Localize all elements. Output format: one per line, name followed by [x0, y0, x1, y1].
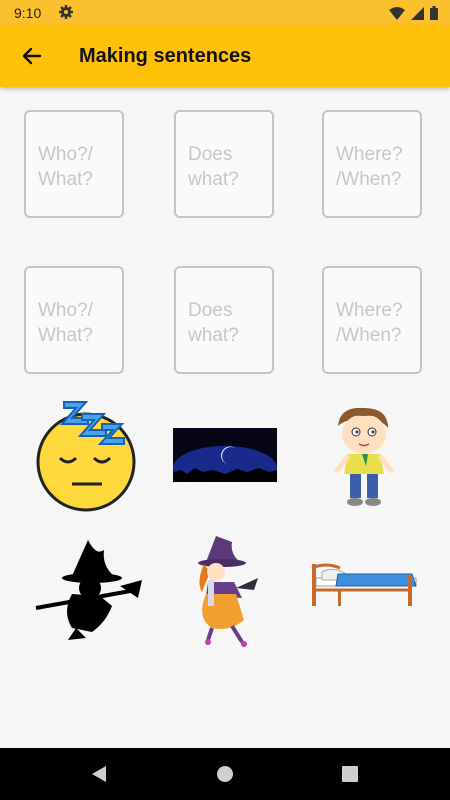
night-moon-icon[interactable]	[173, 428, 277, 482]
slot-does-what[interactable]: Does what?	[174, 110, 274, 218]
wifi-icon	[389, 6, 405, 20]
witch-silhouette-icon[interactable]	[32, 536, 142, 644]
slot-does-what[interactable]: Does what?	[174, 266, 274, 374]
battery-icon	[430, 6, 438, 20]
witch-icon[interactable]	[186, 532, 264, 648]
arrow-back-icon[interactable]	[18, 42, 46, 70]
page-title: Making sentences	[79, 45, 252, 67]
sleeping-face-icon[interactable]	[30, 396, 140, 512]
slot-who-what[interactable]: Who?/ What?	[24, 266, 124, 374]
gear-icon	[59, 5, 73, 19]
slot-where-when[interactable]: Where? /When?	[322, 110, 422, 218]
slot-who-what[interactable]: Who?/ What?	[24, 110, 124, 218]
slot-where-when[interactable]: Where? /When?	[322, 266, 422, 374]
clock: 9:10	[14, 5, 42, 21]
app-bar: Making sentences	[0, 26, 450, 87]
signal-icon	[411, 6, 424, 20]
boy-icon[interactable]	[326, 404, 402, 508]
triangle-back-icon[interactable]	[70, 748, 130, 800]
square-recents-icon[interactable]	[320, 748, 380, 800]
system-nav-bar	[0, 748, 450, 800]
bed-icon[interactable]	[308, 556, 418, 608]
status-bar: 9:10	[0, 0, 450, 26]
circle-home-icon[interactable]	[195, 748, 255, 800]
